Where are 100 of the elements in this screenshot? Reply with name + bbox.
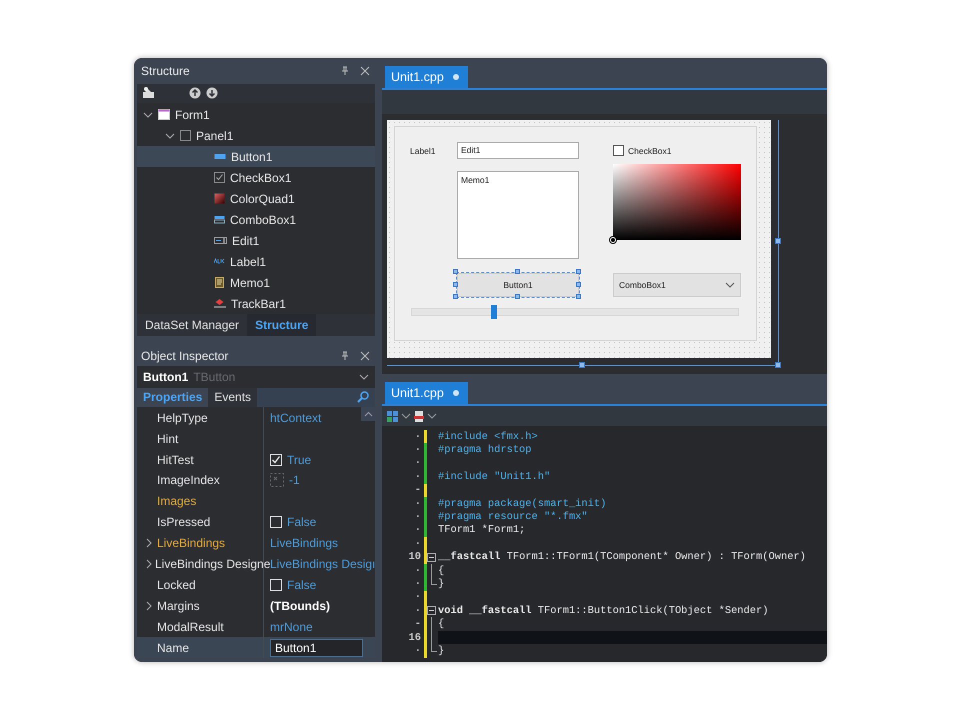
- checkbox-control[interactable]: CheckBox1: [613, 142, 707, 156]
- selection-handle[interactable]: [576, 282, 581, 287]
- up-arrow-icon[interactable]: [189, 87, 201, 100]
- panel-tab[interactable]: Structure: [247, 314, 316, 336]
- selection-handle[interactable]: [453, 294, 458, 299]
- grid-blocks-icon[interactable]: [387, 410, 398, 422]
- tree-item[interactable]: ColorQuad1: [137, 188, 375, 210]
- chevron-right-icon[interactable]: [145, 600, 153, 611]
- resize-handle[interactable]: [775, 362, 781, 368]
- image-stack-icon[interactable]: [143, 87, 155, 100]
- down-arrow-icon[interactable]: [206, 87, 218, 100]
- button-control[interactable]: Button1: [457, 273, 579, 297]
- selection-handle[interactable]: [515, 269, 520, 274]
- chevron-down-icon[interactable]: [401, 412, 411, 420]
- property-value: LiveBindings Desigı: [270, 556, 375, 571]
- line-number: 16: [408, 632, 422, 644]
- selection-handle[interactable]: [453, 269, 458, 274]
- edit-control[interactable]: Edit1: [457, 142, 579, 159]
- line-number: -: [414, 484, 422, 496]
- selection-handle[interactable]: [515, 294, 520, 299]
- tree-item[interactable]: Button1: [137, 146, 375, 168]
- checkbox-icon: [214, 172, 225, 184]
- tree-item[interactable]: ComboBox1: [137, 209, 375, 230]
- property-value: mrNone: [270, 620, 313, 634]
- pin-icon[interactable]: [340, 66, 350, 76]
- property-name: ModalResult: [157, 620, 224, 634]
- property-name: Images: [157, 494, 196, 508]
- code-line: #pragma package(smart_init): [438, 498, 606, 510]
- line-number: -: [414, 618, 422, 630]
- code-line: {: [438, 564, 444, 577]
- line-number: ·: [414, 604, 422, 617]
- property-name: IsPressed: [157, 515, 210, 530]
- combobox-control[interactable]: ComboBox1: [613, 273, 741, 297]
- selection-handle[interactable]: [576, 269, 581, 274]
- tree-item[interactable]: Edit1: [137, 230, 375, 252]
- chevron-down-icon[interactable]: [427, 412, 437, 420]
- tree-item[interactable]: CheckBox1: [137, 167, 375, 188]
- property-name: Locked: [157, 578, 196, 592]
- chevron-right-icon[interactable]: [145, 558, 153, 569]
- code-line: #include <fmx.h>: [438, 430, 538, 443]
- code-line: }: [438, 644, 444, 657]
- panel-title: Object Inspector: [141, 348, 230, 363]
- search-icon[interactable]: [357, 391, 369, 404]
- trackbar-control[interactable]: [411, 308, 739, 316]
- property-value: -1: [289, 473, 300, 488]
- line-number: ·: [414, 538, 422, 550]
- label-control[interactable]: Label1: [410, 142, 457, 163]
- property-value: True: [287, 452, 312, 467]
- memo-icon: [214, 277, 225, 288]
- tree-item[interactable]: Panel1: [137, 125, 375, 146]
- property-value: (TBounds): [270, 598, 330, 613]
- chevron-down-icon[interactable]: [165, 130, 175, 141]
- tree-item[interactable]: Memo1: [137, 272, 375, 294]
- check-icon: [271, 454, 281, 465]
- scroll-up-icon[interactable]: [364, 411, 372, 418]
- collapse-icon[interactable]: [427, 552, 436, 562]
- chevron-right-icon[interactable]: [145, 538, 153, 548]
- checkbox[interactable]: [270, 578, 282, 591]
- file-tab[interactable]: Unit1.cpp: [385, 66, 468, 88]
- component-selector[interactable]: Button1 TButton: [137, 366, 375, 388]
- color-gradient-icon: [214, 193, 225, 204]
- square-outline-icon: [180, 130, 191, 142]
- close-icon[interactable]: [360, 350, 370, 361]
- line-number: ·: [414, 470, 422, 483]
- document-icon[interactable]: [414, 410, 424, 422]
- line-number: ·: [414, 644, 422, 657]
- tree-item[interactable]: Label1: [137, 251, 375, 272]
- trackbar-thumb[interactable]: [490, 305, 496, 319]
- form-icon: [158, 109, 170, 120]
- file-tab[interactable]: Unit1.cpp: [385, 382, 468, 404]
- code-line: }: [438, 578, 444, 590]
- chevron-down-icon[interactable]: [143, 110, 153, 120]
- chevron-down-icon[interactable]: [359, 372, 369, 381]
- code-line: {: [438, 618, 444, 630]
- property-name: Name: [157, 640, 190, 655]
- text-field-icon: [214, 235, 227, 246]
- code-line: void __fastcall TForm1::Button1Click(TObject *Sender): [438, 604, 768, 617]
- close-icon[interactable]: [360, 66, 370, 76]
- checkbox[interactable]: [270, 454, 282, 466]
- pin-icon[interactable]: [340, 350, 350, 361]
- property-value-field[interactable]: Button1: [270, 638, 363, 657]
- line-number: ·: [414, 430, 422, 443]
- chevron-down-icon[interactable]: [725, 281, 735, 289]
- checkbox[interactable]: [270, 516, 282, 528]
- tree-item[interactable]: Form1: [137, 104, 375, 126]
- memo-control[interactable]: Memo1: [457, 171, 579, 259]
- property-value: LiveBindings: [270, 536, 338, 550]
- resize-handle[interactable]: [775, 238, 781, 244]
- line-number: ·: [414, 498, 422, 510]
- collapse-icon[interactable]: [427, 606, 436, 616]
- line-number: ·: [414, 457, 422, 470]
- color-picker-thumb[interactable]: [609, 236, 617, 244]
- inspector-tab[interactable]: Properties: [137, 388, 208, 408]
- selection-handle[interactable]: [453, 282, 458, 287]
- property-name: LiveBindings: [157, 536, 226, 550]
- tree-item[interactable]: TrackBar1: [137, 293, 375, 314]
- panel-tab[interactable]: DataSet Manager: [137, 314, 248, 336]
- selection-handle[interactable]: [576, 294, 581, 299]
- code-line: __fastcall TForm1::TForm1(TComponent* Owner) : TForm(Owner): [438, 551, 806, 564]
- resize-handle[interactable]: [579, 362, 585, 368]
